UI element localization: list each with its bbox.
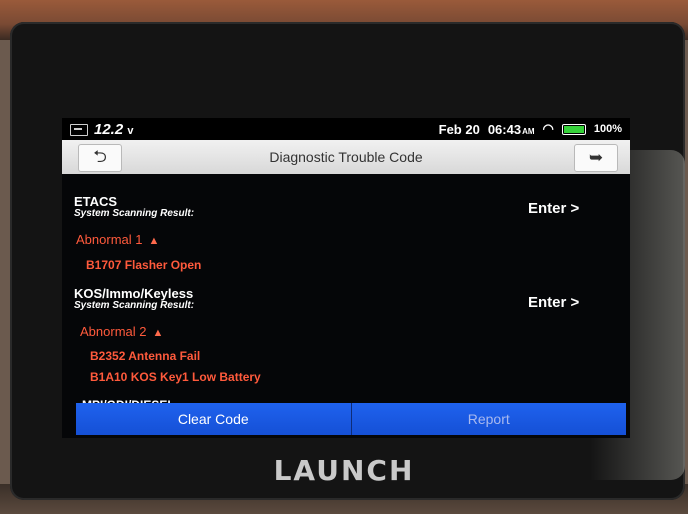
voltage-value: 12.2: [94, 121, 124, 138]
abnormal-label: Abnormal 1: [76, 232, 143, 247]
status-right: Feb 20 06:43AM ◠ 100%: [439, 121, 622, 137]
expand-up-icon: ▲: [148, 235, 160, 247]
abnormal-label: Abnormal 2: [80, 324, 147, 339]
dtc-code: B1707 Flasher Open: [86, 258, 202, 272]
car-battery-icon: [70, 123, 88, 136]
title-bar: ⮌ Diagnostic Trouble Code ➥: [62, 140, 630, 174]
battery-percent: 100%: [593, 123, 622, 135]
status-date: Feb 20: [438, 121, 480, 137]
dtc-code: B1A10 KOS Key1 Low Battery: [90, 370, 261, 384]
clear-code-button[interactable]: Clear Code: [76, 403, 351, 435]
status-bar: 12.2 v Feb 20 06:43AM ◠ 100%: [62, 118, 630, 140]
action-bar: Clear Code Report: [76, 403, 626, 435]
system-name: KOS/Immo/Keyless: [74, 286, 194, 301]
battery-fill: [563, 125, 584, 133]
status-time: 06:43: [487, 121, 522, 137]
enter-button[interactable]: Enter >: [528, 294, 579, 311]
device-screen: 12.2 v Feb 20 06:43AM ◠ 100% ⮌ Diagnosti…: [62, 118, 630, 438]
abnormal-status[interactable]: Abnormal 2 ▲: [80, 324, 163, 339]
report-button[interactable]: Report: [350, 403, 626, 435]
page-title: Diagnostic Trouble Code: [269, 149, 423, 165]
dtc-code: B2352 Antenna Fail: [90, 349, 201, 363]
system-scan-label: System Scanning Result:: [74, 208, 195, 219]
exit-button[interactable]: ➥: [574, 144, 618, 172]
results-list: ETACS System Scanning Result: Abnormal 1…: [62, 174, 630, 412]
voltage-unit: v: [127, 125, 134, 137]
abnormal-status[interactable]: Abnormal 1 ▲: [76, 232, 159, 247]
voltage-indicator: 12.2 v: [70, 121, 134, 138]
system-name: ETACS: [74, 194, 118, 209]
device-brand: LAUNCH: [273, 454, 415, 487]
wifi-icon: ◠: [542, 121, 554, 136]
status-ampm: AM: [522, 126, 535, 136]
battery-icon: [561, 123, 586, 135]
exit-icon: ➥: [588, 148, 604, 167]
system-scan-label: System Scanning Result:: [74, 300, 195, 311]
enter-button[interactable]: Enter >: [528, 200, 579, 217]
expand-up-icon: ▲: [152, 327, 164, 339]
